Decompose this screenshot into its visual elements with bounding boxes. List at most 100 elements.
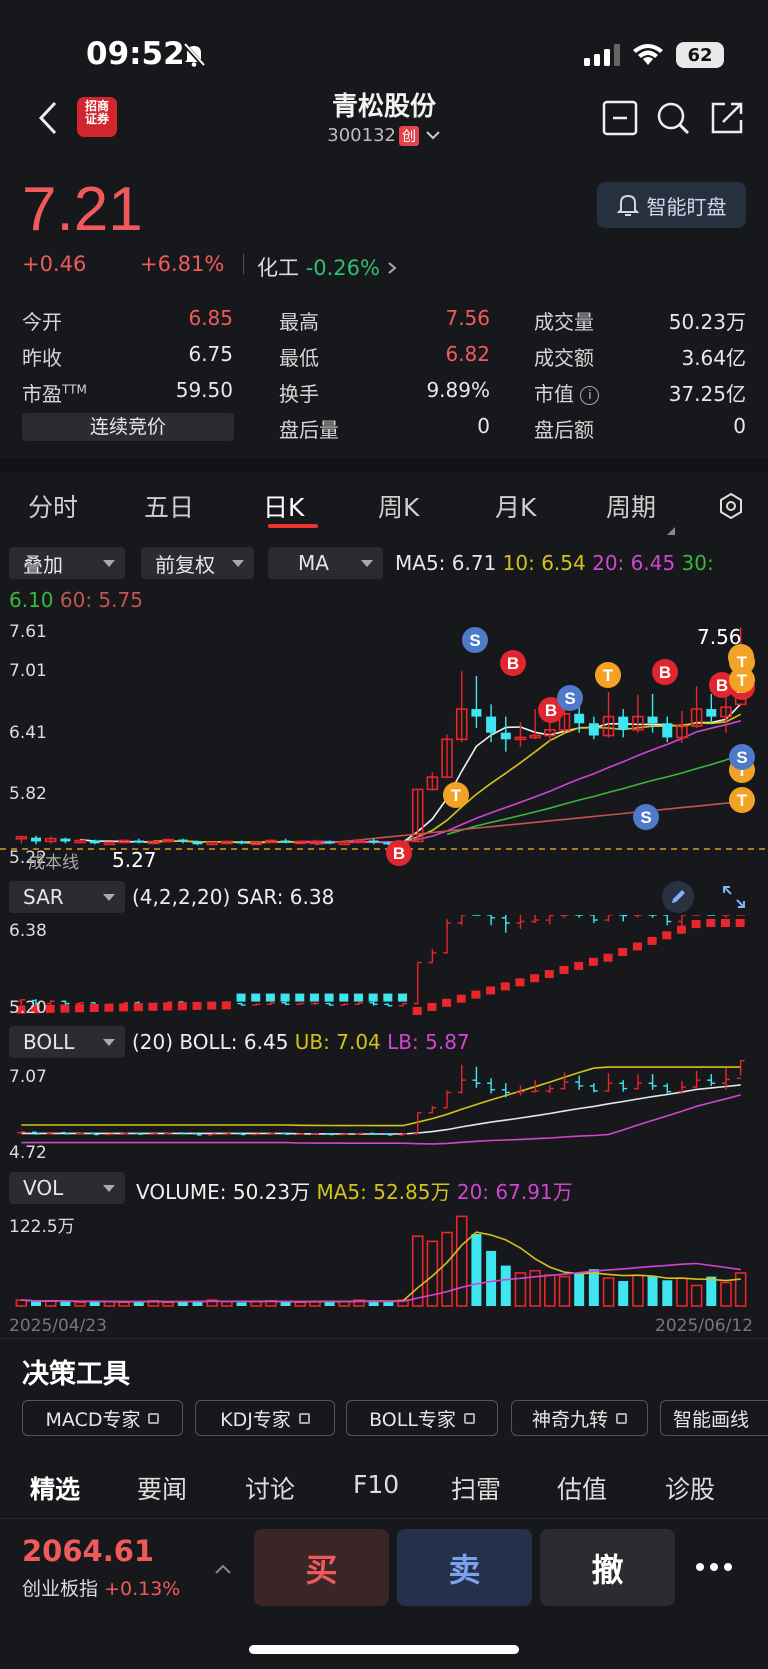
tab-featured[interactable]: 精选 [30, 1470, 80, 1506]
volume-bar [676, 1277, 688, 1307]
signal-icon [584, 44, 620, 66]
period-tabs: 分时 五日 日K 周K 月K 周期 [0, 488, 768, 532]
sell-button[interactable]: 卖 [397, 1529, 532, 1606]
candle-body [706, 709, 717, 717]
index-name[interactable]: 创业板指 +0.13% [22, 1574, 180, 1601]
signal-marker-label: S [564, 689, 575, 708]
tool-magic-nine[interactable]: 神奇九转 [511, 1400, 648, 1436]
tab-period[interactable]: 周期 [606, 488, 656, 524]
boll-dropdown[interactable]: BOLL [9, 1026, 125, 1058]
price-change: +0.46 [22, 252, 87, 276]
volume-bar [411, 1235, 424, 1307]
sar-dot [662, 931, 672, 940]
industry-link[interactable]: 化工 -0.26% [257, 252, 397, 282]
more-icon[interactable] [694, 1558, 734, 1577]
buy-button[interactable]: 买 [254, 1529, 389, 1606]
sar-dot [442, 998, 452, 1007]
date-end: 2025/06/12 [655, 1316, 753, 1336]
trading-status: 连续竞价 [22, 413, 234, 441]
volume-bar [706, 1276, 717, 1306]
vol-dropdown[interactable]: VOL [9, 1172, 125, 1204]
high-label: 7.56 [697, 625, 742, 649]
ma-dropdown[interactable]: MA [268, 547, 383, 579]
cancel-button[interactable]: 撤 [540, 1529, 675, 1606]
ma30-line [446, 753, 742, 836]
sar-dropdown[interactable]: SAR [9, 881, 125, 913]
volume-bar [441, 1231, 453, 1307]
tab-diagnosis[interactable]: 诊股 [665, 1470, 715, 1506]
candle-body [500, 732, 511, 740]
lock-icon [463, 1412, 475, 1424]
price-change-pct: +6.81% [140, 252, 225, 276]
candle-body [662, 723, 673, 738]
volume-bar [544, 1274, 556, 1307]
candle-body [177, 839, 188, 842]
tab-monthly-k[interactable]: 月K [495, 488, 536, 524]
info-icon: i [580, 386, 600, 405]
sar-dot [309, 993, 319, 1002]
settings-icon[interactable] [717, 492, 745, 524]
sar-dot [280, 993, 290, 1002]
boll-lower-band [21, 1094, 741, 1145]
candle-body [89, 840, 100, 844]
index-value[interactable]: 2064.61 [22, 1534, 154, 1568]
bell-icon [616, 194, 639, 216]
sar-dot [148, 1002, 158, 1011]
tab-news[interactable]: 要闻 [137, 1470, 187, 1506]
tool-macd[interactable]: MACD专家 [22, 1400, 183, 1436]
sar-dot [691, 920, 701, 929]
sar-dot [647, 936, 657, 945]
candle-body [60, 838, 71, 842]
sar-dot [486, 986, 496, 995]
volume-bar [558, 1275, 571, 1307]
last-price: 7.21 [22, 175, 143, 244]
tool-smart-draw[interactable]: 智能画线 [660, 1400, 768, 1436]
adjust-dropdown[interactable]: 前复权 [141, 547, 254, 579]
tab-f10[interactable]: F10 [353, 1470, 399, 1499]
overlay-dropdown[interactable]: 叠加 [9, 547, 125, 579]
tab-daily-k[interactable]: 日K [263, 488, 304, 524]
candlestick-chart[interactable]: BTSBBSTSBBTTBTTTS [0, 615, 768, 875]
chevron-up-icon[interactable] [214, 1560, 232, 1579]
candle-body [236, 841, 247, 844]
sar-dot [398, 993, 408, 1002]
share-icon[interactable] [709, 100, 745, 140]
vol-values: VOLUME: 50.23万 MA5: 52.85万 20: 67.91万 [136, 1180, 573, 1204]
volume-bar [60, 1301, 71, 1306]
sar-dot [500, 982, 510, 991]
tool-boll[interactable]: BOLL专家 [346, 1400, 498, 1436]
sar-dot [163, 1002, 173, 1011]
tab-risk-scan[interactable]: 扫雷 [451, 1470, 501, 1506]
tab-5day[interactable]: 五日 [144, 488, 194, 524]
search-icon[interactable] [655, 100, 691, 140]
tab-intraday[interactable]: 分时 [28, 488, 78, 524]
sar-dot [706, 919, 716, 927]
stock-code[interactable]: 300132 创 [0, 125, 768, 146]
y-tick-4: 5.82 [9, 784, 47, 804]
expand-icon[interactable] [722, 885, 746, 913]
volume-bar [236, 1302, 247, 1306]
signal-marker-label: B [507, 654, 519, 673]
divider [0, 1338, 768, 1339]
date-start: 2025/04/23 [9, 1316, 107, 1336]
tool-kdj[interactable]: KDJ专家 [195, 1400, 335, 1436]
signal-marker-label: T [737, 671, 748, 690]
volume-bar [588, 1269, 599, 1306]
sar-chart [16, 915, 745, 1015]
candle-body [471, 709, 482, 717]
bell-off-icon [182, 42, 206, 72]
volume-bar [162, 1301, 174, 1307]
edit-icon[interactable] [662, 881, 694, 913]
smart-watch-button[interactable]: 智能盯盘 [597, 182, 746, 228]
candle-body [647, 716, 658, 724]
tab-weekly-k[interactable]: 周K [378, 488, 419, 524]
candle-body [324, 841, 335, 844]
sar-dot [251, 993, 261, 1002]
tab-discuss[interactable]: 讨论 [245, 1470, 295, 1506]
minus-box-icon[interactable] [602, 100, 638, 140]
sar-dot [471, 990, 481, 999]
sar-dot [324, 993, 334, 1002]
status-icons: 62 [584, 42, 724, 68]
tab-valuation[interactable]: 估值 [557, 1470, 607, 1506]
sar-dot [368, 993, 378, 1002]
